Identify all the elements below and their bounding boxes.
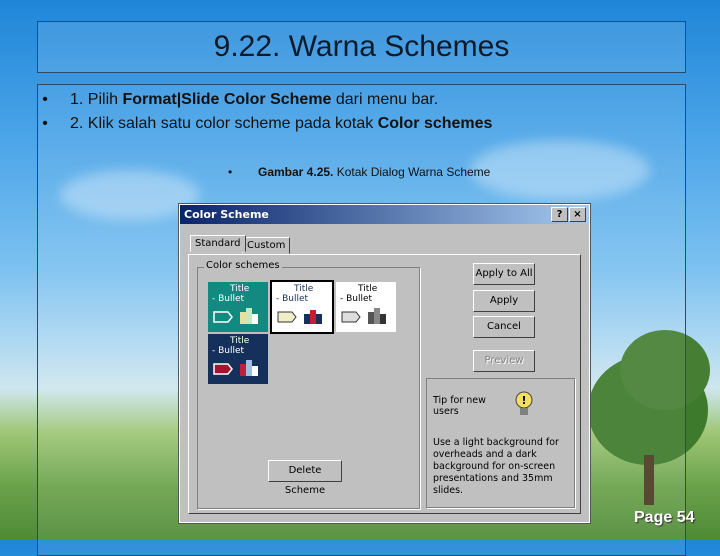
scheme-option-navy[interactable]: Title - Bullet (208, 334, 268, 384)
tip-body: Use a light background for overheads and… (433, 437, 559, 496)
scheme-preview-icon (213, 308, 258, 324)
dialog-titlebar: Color Scheme ? × (180, 205, 589, 224)
bullet-text: 1. Pilih (70, 91, 123, 108)
scheme-preview-icon (341, 308, 386, 324)
bullet-marker: • (42, 115, 48, 132)
scheme-option-light[interactable]: Title - Bullet (270, 280, 334, 334)
slide-title-box: 9.22. Warna Schemes (37, 21, 686, 73)
slide-title: 9.22. Warna Schemes (213, 30, 510, 63)
scheme-preview-icon (213, 360, 258, 376)
tab-standard[interactable]: Standard (190, 235, 246, 252)
caption-text: Kotak Dialog Warna Scheme (333, 165, 491, 179)
cancel-button[interactable]: Cancel (473, 316, 535, 338)
preview-button[interactable]: Preview (473, 350, 535, 372)
page-number: Page 54 (634, 509, 695, 526)
svg-text:!: ! (521, 394, 526, 407)
color-scheme-dialog: Color Scheme ? × Standard Custom Color s… (178, 203, 591, 524)
apply-button[interactable]: Apply (473, 290, 535, 312)
lightbulb-icon: ! (515, 391, 533, 415)
tip-box: Tip for new users ! Use a light backgrou… (426, 378, 575, 508)
tip-heading: Tip for new users (433, 395, 486, 417)
bullet-text: dari menu bar. (331, 91, 439, 108)
bullet-text: 2. Klik salah satu color scheme pada kot… (70, 115, 378, 132)
figure-caption: • Gambar 4.25. Kotak Dialog Warna Scheme (228, 165, 490, 179)
bullet-bold-text: Format|Slide Color Scheme (122, 91, 332, 108)
delete-scheme-button[interactable]: Delete Scheme (268, 460, 342, 496)
scheme-option-white[interactable]: Title - Bullet (336, 282, 396, 332)
color-schemes-group: Color schemes Title - Bullet Title - Bul… (197, 260, 420, 509)
scheme-preview-icon (277, 310, 322, 324)
bullet-marker: • (42, 91, 48, 108)
apply-to-all-button[interactable]: Apply to All (473, 263, 535, 285)
caption-marker: • (228, 165, 233, 179)
help-button[interactable]: ? (551, 207, 568, 222)
dialog-title: Color Scheme (184, 208, 269, 221)
caption-bold: Gambar 4.25. (258, 165, 334, 179)
bullet-bold-text: Color schemes (377, 115, 493, 132)
close-button[interactable]: × (569, 207, 586, 222)
group-label: Color schemes (204, 260, 282, 271)
tab-custom[interactable]: Custom (242, 237, 291, 254)
scheme-option-teal[interactable]: Title - Bullet (208, 282, 268, 332)
